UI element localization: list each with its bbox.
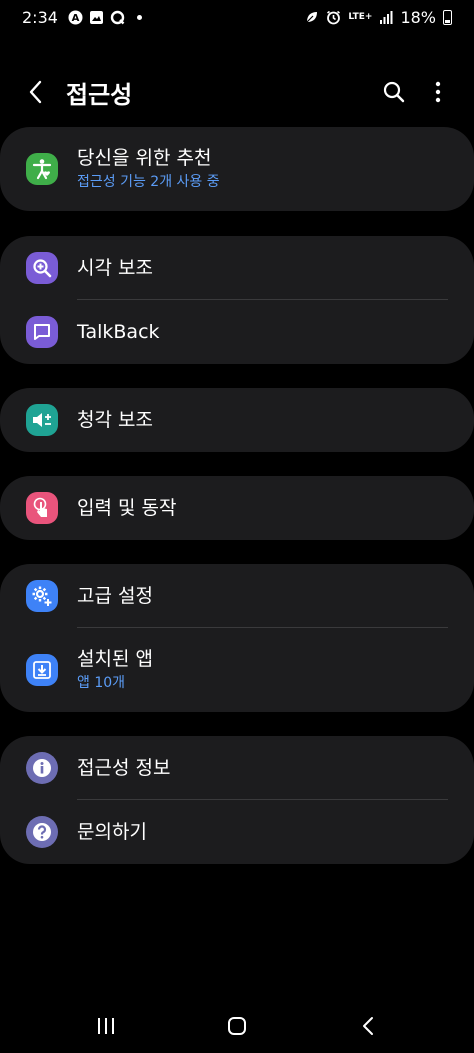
list-item-hearing[interactable]: 청각 보조	[0, 388, 474, 452]
touch-icon	[33, 497, 47, 517]
item-label: 설치된 앱	[77, 648, 153, 670]
list-item-input-interaction[interactable]: 입력 및 동작	[0, 476, 474, 540]
item-label: 청각 보조	[77, 409, 153, 431]
item-label: TalkBack	[77, 321, 160, 343]
vision-card: 시각 보조 TalkBack	[0, 236, 474, 364]
system-nav-bar	[0, 999, 474, 1053]
back-nav-icon	[363, 1017, 374, 1035]
battery-icon	[443, 9, 452, 25]
recents-icon	[97, 1018, 114, 1034]
item-label: 고급 설정	[77, 585, 153, 607]
item-subtitle: 접근성 기능 2개 사용 중	[77, 174, 220, 190]
page-title: 접근성	[66, 80, 133, 109]
icon-container	[26, 252, 58, 284]
home-button[interactable]	[197, 1004, 277, 1048]
a-circle-icon: A	[68, 10, 83, 24]
alarm-icon	[327, 10, 341, 24]
chat-icon	[34, 324, 50, 340]
item-label: 입력 및 동작	[77, 497, 177, 519]
item-label: 당신을 위한 추천	[77, 147, 212, 169]
info-icon	[33, 759, 51, 777]
app-header: 접근성	[0, 60, 474, 124]
header-actions	[372, 70, 460, 114]
leaf-icon	[306, 12, 318, 23]
q-icon	[110, 10, 125, 24]
icon-container	[26, 492, 58, 524]
recommended-card: 당신을 위한 추천 접근성 기능 2개 사용 중	[0, 127, 474, 211]
icon-container	[26, 404, 58, 436]
icon-container	[26, 752, 58, 784]
input-card: 입력 및 동작	[0, 476, 474, 540]
item-subtitle: 앱 10개	[77, 675, 126, 691]
notification-icons: A	[68, 10, 142, 25]
back-icon	[29, 80, 42, 104]
battery-percent: 18%	[400, 7, 436, 27]
hearing-card: 청각 보조	[0, 388, 474, 452]
search-icon	[383, 81, 405, 103]
home-icon	[227, 1017, 246, 1035]
accessibility-person-icon	[32, 159, 52, 180]
search-button[interactable]	[372, 70, 416, 114]
back-button[interactable]	[6, 60, 66, 124]
gear-plus-icon	[32, 586, 52, 606]
network-type: LTE+	[348, 11, 373, 22]
zoom-icon	[33, 259, 52, 278]
list-item-about[interactable]: 접근성 정보	[0, 736, 474, 800]
back-nav-button[interactable]	[328, 1004, 408, 1048]
recents-button[interactable]	[66, 1004, 146, 1048]
system-icons: LTE+ 18%	[305, 8, 452, 27]
item-label: 접근성 정보	[77, 757, 171, 779]
more-icon	[435, 81, 441, 103]
icon-container	[26, 580, 58, 612]
item-label: 문의하기	[77, 821, 147, 843]
volume-icon	[33, 413, 51, 427]
status-time: 2:34	[22, 7, 58, 27]
list-item-vision[interactable]: 시각 보조	[0, 236, 474, 300]
signal-icon	[380, 10, 393, 24]
icon-container	[26, 316, 58, 348]
list-item-advanced-settings[interactable]: 고급 설정	[0, 564, 474, 628]
gallery-icon	[89, 10, 103, 24]
list-item-contact[interactable]: 문의하기	[0, 800, 474, 864]
status-bar: 2:34 A LTE+ 18%	[0, 0, 474, 34]
icon-container	[26, 816, 58, 848]
more-options-button[interactable]	[416, 70, 460, 114]
item-label: 시각 보조	[77, 257, 153, 279]
list-item-talkback[interactable]: TalkBack	[0, 300, 474, 364]
dot-icon	[136, 14, 142, 20]
help-icon	[33, 823, 51, 841]
about-card: 접근성 정보 문의하기	[0, 736, 474, 864]
download-icon	[33, 661, 51, 679]
icon-container	[26, 153, 58, 185]
list-item-recommended[interactable]: 당신을 위한 추천 접근성 기능 2개 사용 중	[0, 127, 474, 211]
list-item-installed-apps[interactable]: 설치된 앱 앱 10개	[0, 628, 474, 712]
icon-container	[26, 654, 58, 686]
advanced-card: 고급 설정 설치된 앱 앱 10개	[0, 564, 474, 712]
svg-text:A: A	[72, 13, 80, 24]
